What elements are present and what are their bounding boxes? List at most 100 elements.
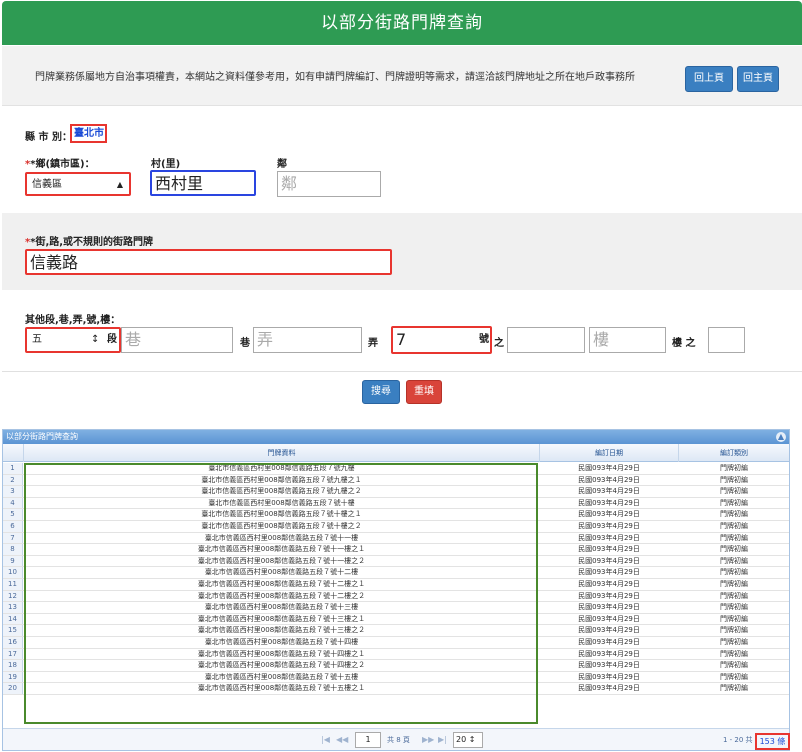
alley-label: 弄 bbox=[368, 338, 378, 349]
alley-input[interactable]: 弄 bbox=[253, 327, 362, 353]
number-input[interactable]: 7 號 bbox=[391, 326, 492, 354]
address-cell: 臺北市信義區西村里008鄰信義路五段７號十三樓之２ bbox=[197, 626, 366, 635]
type-cell: 門牌初編 bbox=[720, 568, 748, 577]
row-number: 17 bbox=[3, 648, 23, 660]
collapse-icon[interactable]: ▲ bbox=[776, 432, 786, 442]
table-row[interactable]: 6 臺北市信義區西村里008鄰信義路五段７號十樓之２ 民國093年4月29日 門牌初編 bbox=[3, 520, 789, 533]
date-cell: 民國093年4月29日 bbox=[578, 614, 640, 623]
street-input[interactable]: 信義路 bbox=[25, 249, 392, 275]
search-button[interactable]: 搜尋 bbox=[362, 380, 400, 404]
date-cell: 民國093年4月29日 bbox=[578, 684, 640, 693]
address-cell: 臺北市信義區西村里008鄰信義路五段７號十一樓之２ bbox=[197, 556, 366, 565]
table-row[interactable]: 20 臺北市信義區西村里008鄰信義路五段７號十五樓之１ 民國093年4月29日 門牌… bbox=[3, 683, 789, 695]
divider bbox=[2, 371, 802, 372]
township-label: **鄉(鎮市區)： bbox=[25, 159, 95, 170]
address-cell: 臺北市信義區西村里008鄰信義路五段７號九樓之２ bbox=[201, 487, 362, 496]
type-cell: 門牌初編 bbox=[720, 475, 748, 484]
pager: |◀ ◀◀ 1 共 8 頁 ▶▶ ▶| 20 ↕ 1 - 20 共 bbox=[3, 728, 789, 750]
type-cell: 門牌初編 bbox=[720, 672, 748, 681]
table-row[interactable]: 19 臺北市信義區西村里008鄰信義路五段７號十五樓 民國093年4月29日 門牌初編 bbox=[3, 671, 789, 684]
row-number: 6 bbox=[3, 520, 23, 532]
type-cell: 門牌初編 bbox=[720, 521, 748, 530]
results-grid: 以部分街路門牌查詢 ▲ 門牌資料 編訂日期 編訂類別 1 臺北市信義區西村里008… bbox=[2, 429, 790, 751]
row-number: 3 bbox=[3, 486, 23, 497]
col-type[interactable]: 編訂類別 bbox=[679, 444, 789, 462]
row-number: 20 bbox=[3, 683, 23, 694]
next-page-icon[interactable]: ▶▶ bbox=[422, 735, 434, 744]
date-cell: 民國093年4月29日 bbox=[578, 637, 640, 646]
table-row[interactable]: 16 臺北市信義區西村里008鄰信義路五段７號十四樓 民國093年4月29日 門牌初編 bbox=[3, 636, 789, 649]
row-number: 11 bbox=[3, 578, 23, 590]
table-row[interactable]: 7 臺北市信義區西村里008鄰信義路五段７號十一樓 民國093年4月29日 門牌初編 bbox=[3, 532, 789, 545]
county-label: 縣 市 別： bbox=[25, 132, 72, 143]
number-label: 號 bbox=[479, 334, 489, 345]
back-button[interactable]: 回上頁 bbox=[685, 66, 733, 92]
table-row[interactable]: 15 臺北市信義區西村里008鄰信義路五段７號十三樓之２ 民國093年4月29日 門牌… bbox=[3, 625, 789, 637]
page-number-input[interactable]: 1 bbox=[355, 732, 381, 748]
notice-panel: 門牌業務係屬地方自治事項權責，本網站之資料僅參考用，如有申請門牌編訂、門牌證明等… bbox=[2, 46, 802, 106]
date-cell: 民國093年4月29日 bbox=[578, 464, 640, 472]
date-cell: 民國093年4月29日 bbox=[578, 649, 640, 658]
table-row[interactable]: 14 臺北市信義區西村里008鄰信義路五段７號十三樓之１ 民國093年4月29日 門牌… bbox=[3, 613, 789, 626]
type-cell: 門牌初編 bbox=[720, 614, 748, 623]
township-select-value: 信義區 bbox=[32, 179, 62, 190]
date-cell: 民國093年4月29日 bbox=[578, 533, 640, 542]
col-date[interactable]: 編訂日期 bbox=[540, 444, 679, 462]
type-cell: 門牌初編 bbox=[720, 533, 748, 542]
table-row[interactable]: 5 臺北市信義區西村里008鄰信義路五段７號十樓之１ 民國093年4月29日 門牌初編 bbox=[3, 509, 789, 521]
table-row[interactable]: 17 臺北市信義區西村里008鄰信義路五段７號十四樓之１ 民國093年4月29日 門牌… bbox=[3, 648, 789, 661]
table-row[interactable]: 10 臺北市信義區西村里008鄰信義路五段７號十二樓 民國093年4月29日 門牌初編 bbox=[3, 567, 789, 579]
type-cell: 門牌初編 bbox=[720, 603, 748, 612]
grid-column-headers: 門牌資料 編訂日期 編訂類別 bbox=[3, 444, 789, 462]
type-cell: 門牌初編 bbox=[720, 591, 748, 600]
neighborhood-input[interactable]: 鄰 bbox=[277, 171, 381, 197]
table-row[interactable]: 8 臺北市信義區西村里008鄰信義路五段７號十一樓之１ 民國093年4月29日 門牌初… bbox=[3, 544, 789, 556]
number-value: 7 bbox=[396, 330, 407, 349]
date-cell: 民國093年4月29日 bbox=[578, 498, 640, 507]
last-page-icon[interactable]: ▶| bbox=[438, 735, 447, 744]
date-cell: 民國093年4月29日 bbox=[578, 475, 640, 484]
section-select-value: 五 bbox=[32, 334, 42, 345]
grid-title: 以部分街路門牌查詢 ▲ bbox=[3, 430, 789, 444]
page-size-select[interactable]: 20 ↕ bbox=[453, 732, 483, 748]
table-row[interactable]: 12 臺北市信義區西村里008鄰信義路五段７號十二樓之２ 民國093年4月29日 門牌… bbox=[3, 590, 789, 603]
table-row[interactable]: 9 臺北市信義區西村里008鄰信義路五段７號十一樓之２ 民國093年4月29日 門牌初… bbox=[3, 555, 789, 568]
zhi-label: 之 bbox=[494, 338, 504, 349]
address-cell: 臺北市信義區西村里008鄰信義路五段７號十樓之１ bbox=[201, 510, 362, 519]
table-row[interactable]: 18 臺北市信義區西村里008鄰信義路五段７號十四樓之２ 民國093年4月29日 門牌… bbox=[3, 660, 789, 672]
type-cell: 門牌初編 bbox=[720, 510, 748, 519]
address-cell: 臺北市信義區西村里008鄰信義路五段７號十五樓之１ bbox=[197, 684, 366, 693]
prev-page-icon[interactable]: ◀◀ bbox=[336, 735, 348, 744]
floor-input[interactable]: 樓 bbox=[589, 327, 666, 353]
table-row[interactable]: 2 臺北市信義區西村里008鄰信義路五段７號九樓之１ 民國093年4月29日 門牌初編 bbox=[3, 474, 789, 487]
reset-button[interactable]: 重填 bbox=[406, 380, 442, 404]
row-number: 12 bbox=[3, 590, 23, 602]
type-cell: 門牌初編 bbox=[720, 579, 748, 588]
section-select[interactable]: 五 ↕ 段 bbox=[25, 327, 121, 353]
township-select[interactable]: 信義區 ▲ bbox=[25, 172, 131, 196]
grid-title-text: 以部分街路門牌查詢 bbox=[6, 432, 78, 441]
col-rownum bbox=[3, 444, 24, 462]
row-number: 9 bbox=[3, 555, 23, 567]
col-address[interactable]: 門牌資料 bbox=[24, 444, 540, 462]
table-row[interactable]: 13 臺北市信義區西村里008鄰信義路五段７號十三樓 民國093年4月29日 門牌初編 bbox=[3, 602, 789, 614]
lane-input[interactable]: 巷 bbox=[121, 327, 233, 353]
table-row[interactable]: 1 臺北市信義區西村里008鄰信義路五段７號九樓 民國093年4月29日 門牌初編 bbox=[3, 463, 789, 475]
home-button[interactable]: 回主頁 bbox=[737, 66, 779, 92]
row-number: 8 bbox=[3, 544, 23, 555]
address-cell: 臺北市信義區西村里008鄰信義路五段７號十樓 bbox=[208, 498, 355, 507]
table-row[interactable]: 11 臺北市信義區西村里008鄰信義路五段７號十二樓之１ 民國093年4月29日 門牌… bbox=[3, 578, 789, 591]
row-number: 14 bbox=[3, 613, 23, 625]
table-row[interactable]: 3 臺北市信義區西村里008鄰信義路五段７號九樓之２ 民國093年4月29日 門牌初編 bbox=[3, 486, 789, 498]
table-row[interactable]: 4 臺北市信義區西村里008鄰信義路五段７號十樓 民國093年4月29日 門牌初編 bbox=[3, 497, 789, 510]
number-sub-input[interactable] bbox=[507, 327, 585, 353]
date-cell: 民國093年4月29日 bbox=[578, 591, 640, 600]
floor-sub-input[interactable] bbox=[708, 327, 745, 353]
address-cell: 臺北市信義區西村里008鄰信義路五段７號九樓 bbox=[208, 464, 355, 472]
first-page-icon[interactable]: |◀ bbox=[321, 735, 330, 744]
date-cell: 民國093年4月29日 bbox=[578, 556, 640, 565]
village-input[interactable]: 西村里 bbox=[150, 170, 256, 196]
date-cell: 民國093年4月29日 bbox=[578, 510, 640, 519]
floor-label: 樓 之 bbox=[672, 338, 696, 349]
county-value[interactable]: 臺北市 bbox=[70, 124, 107, 143]
